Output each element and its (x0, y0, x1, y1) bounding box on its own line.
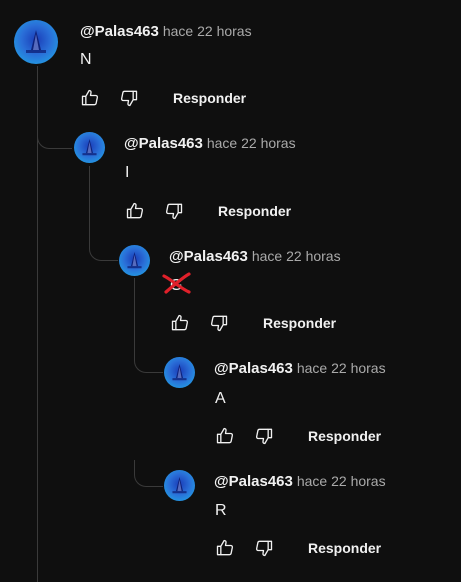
author-name[interactable]: @Palas463 (214, 360, 293, 377)
avatar[interactable] (14, 20, 58, 64)
comment-header: @Palas463 hace 22 horas (124, 135, 296, 153)
avatar[interactable] (119, 245, 150, 276)
thread-connector (134, 460, 163, 487)
comment-actions: Responder (124, 200, 291, 222)
timestamp[interactable]: hace 22 horas (207, 135, 296, 151)
comment-header: @Palas463 hace 22 horas (214, 473, 386, 491)
reply-button[interactable]: Responder (218, 203, 291, 219)
timestamp[interactable]: hace 22 horas (252, 248, 341, 264)
thumbs-up-icon[interactable] (169, 312, 191, 334)
comment-text: A (215, 390, 226, 407)
thumbs-up-icon[interactable] (214, 537, 236, 559)
comment-header: @Palas463 hace 22 horas (169, 248, 341, 266)
author-name[interactable]: @Palas463 (124, 135, 203, 152)
thumbs-down-icon[interactable] (253, 425, 275, 447)
thumbs-down-icon[interactable] (118, 87, 140, 109)
comment-text: I (125, 164, 130, 181)
strike-mark (162, 272, 191, 294)
reply-button[interactable]: Responder (173, 90, 246, 106)
comment-actions: Responder (79, 87, 246, 109)
thread-connector (37, 120, 72, 149)
timestamp[interactable]: hace 22 horas (297, 360, 386, 376)
timestamp[interactable]: hace 22 horas (163, 23, 252, 39)
comment-header: @Palas463 hace 22 horas (80, 23, 252, 41)
comment-text: N (80, 51, 92, 68)
thread-connector (134, 346, 163, 373)
comment-thread: @Palas463 hace 22 horas N Responder @Pala… (0, 0, 461, 582)
thumbs-down-icon[interactable] (253, 537, 275, 559)
author-name[interactable]: @Palas463 (169, 248, 248, 265)
avatar[interactable] (164, 470, 195, 501)
comment-actions: Responder (214, 425, 381, 447)
reply-button[interactable]: Responder (308, 428, 381, 444)
reply-button[interactable]: Responder (263, 315, 336, 331)
timestamp[interactable]: hace 22 horas (297, 473, 386, 489)
comment-text: R (215, 502, 227, 519)
thumbs-down-icon[interactable] (163, 200, 185, 222)
thread-connector (89, 232, 118, 261)
thumbs-up-icon[interactable] (124, 200, 146, 222)
comment-actions: Responder (169, 312, 336, 334)
thread-line (89, 166, 90, 236)
thumbs-up-icon[interactable] (79, 87, 101, 109)
thumbs-down-icon[interactable] (208, 312, 230, 334)
reply-button[interactable]: Responder (308, 540, 381, 556)
author-name[interactable]: @Palas463 (80, 23, 159, 40)
comment-header: @Palas463 hace 22 horas (214, 360, 386, 378)
avatar[interactable] (164, 357, 195, 388)
thumbs-up-icon[interactable] (214, 425, 236, 447)
avatar[interactable] (74, 132, 105, 163)
comment-actions: Responder (214, 537, 381, 559)
author-name[interactable]: @Palas463 (214, 473, 293, 490)
